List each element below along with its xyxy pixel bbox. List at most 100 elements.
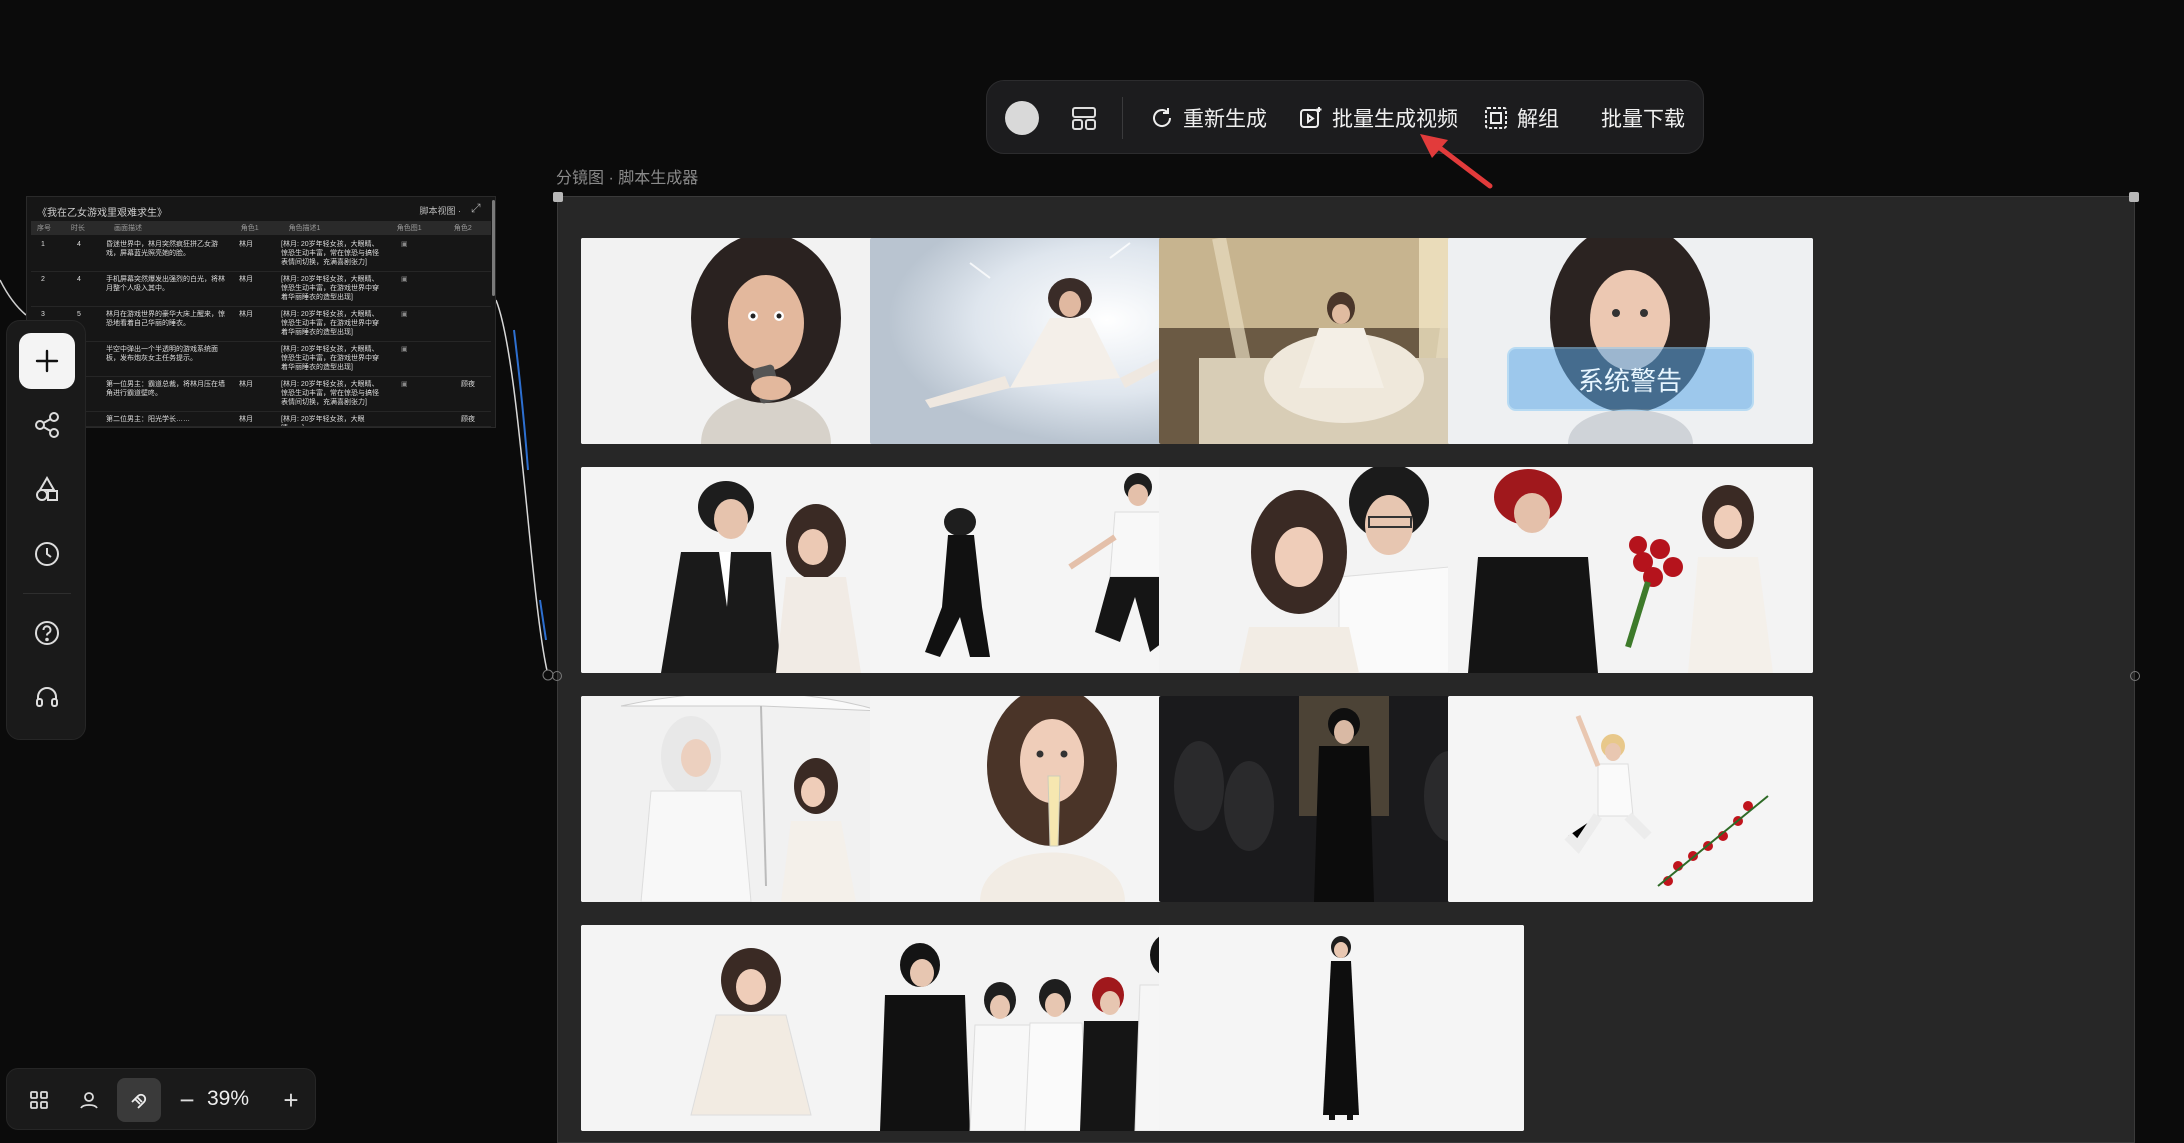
- batch-download-label: 批量下载: [1601, 108, 1685, 131]
- left-toolbar: [6, 320, 86, 740]
- column-header: 画面描述: [114, 225, 143, 232]
- column-header: 角色描述1: [288, 225, 321, 232]
- cell-char-desc: [林月: 20岁年轻女孩，大眼睛……]: [281, 416, 365, 426]
- cell-char: 林月: [239, 276, 253, 283]
- ungroup-label: 解组: [1517, 108, 1559, 131]
- image-icon[interactable]: ▣: [401, 310, 408, 319]
- cell-desc: 第二位男主：阳光学长……: [106, 416, 190, 423]
- cell-desc: 昏迷世界中，林月突然疯狂拼乙女游戏，屏幕蓝光照亮她的脸。: [106, 241, 218, 257]
- cell-char: 林月: [239, 311, 253, 318]
- column-header: 角色图1: [396, 225, 422, 232]
- image-icon[interactable]: ▣: [401, 345, 408, 354]
- cell-no: 3: [41, 311, 45, 318]
- script-table-node[interactable]: 《我在乙女游戏里艰难求生》 脚本视图 · ⤢ 序号 时长 画面描述 角色1 角色…: [26, 196, 496, 428]
- table-row[interactable]: 第二位男主：阳光学长…… 林月 [林月: 20岁年轻女孩，大眼睛……] 顾夜: [31, 412, 491, 427]
- magnet-icon: [131, 1093, 147, 1109]
- toolbar-divider: [23, 593, 71, 594]
- workflow-button[interactable]: [19, 397, 75, 453]
- storyboard-image[interactable]: [1159, 925, 1524, 1131]
- table-row[interactable]: 4 半空中弹出一个半透明的游戏系统面板，发布炮灰女主任务提示。 [林月: 20岁…: [31, 342, 491, 377]
- toolbar-divider: [1122, 97, 1123, 139]
- scene-roses: [1448, 467, 1813, 673]
- table-row[interactable]: 2 4 手机屏幕突然爆发出强烈的白光，将林月整个人吸入其中。 林月 [林月: 2…: [31, 272, 491, 307]
- cell-char: 林月: [239, 241, 253, 248]
- cell-duration: 4: [77, 241, 81, 248]
- frame-label: 分镜图 · 脚本生成器: [556, 170, 699, 187]
- layout-button[interactable]: [1069, 103, 1099, 133]
- cell-duration: 4: [77, 276, 81, 283]
- zoom-out-button[interactable]: −: [165, 1078, 209, 1122]
- shapes-icon: [36, 476, 58, 501]
- table-row[interactable]: 5 第一位男主：霸道总裁，将林月压在墙角进行霸道壁咚。 林月 [林月: 20岁年…: [31, 377, 491, 412]
- expand-icon[interactable]: ⤢: [471, 201, 485, 215]
- scene-jumping-boy: [1448, 696, 1813, 902]
- connector-anchor-right[interactable]: [2130, 671, 2140, 681]
- batch-download-button[interactable]: 批量下载: [1601, 81, 1685, 155]
- cell-char-desc: [林月: 20岁年轻女孩，大眼睛、惊恐生动丰富，在游戏世界中穿着华丽睡衣的造型出…: [281, 276, 379, 301]
- history-button[interactable]: [19, 526, 75, 582]
- color-swatch[interactable]: [1005, 101, 1039, 135]
- cell-char: 林月: [239, 416, 253, 423]
- layout-icon: [1072, 107, 1096, 130]
- column-header: 序号: [37, 225, 51, 232]
- storyboard-image[interactable]: 系统警告: [1448, 238, 1813, 444]
- selection-toolbar: 重新生成 批量生成视频 解组 批量下载: [986, 80, 1704, 154]
- regenerate-button[interactable]: 重新生成: [1149, 81, 1267, 155]
- zoom-in-button[interactable]: +: [269, 1078, 313, 1122]
- red-arrow-annotation: [1420, 134, 1493, 189]
- cell-char2: 顾夜: [461, 381, 475, 388]
- add-button[interactable]: [19, 333, 75, 389]
- locate-button[interactable]: [67, 1078, 111, 1122]
- headset-icon: [36, 687, 58, 707]
- grid-view-button[interactable]: [17, 1078, 61, 1122]
- cell-desc: 手机屏幕突然爆发出强烈的白光，将林月整个人吸入其中。: [106, 276, 225, 292]
- resize-handle[interactable]: [553, 192, 563, 202]
- connector-anchor-left[interactable]: [552, 671, 562, 681]
- system-warning-text: 系统警告: [1578, 367, 1682, 397]
- scene-black-dress: [1159, 925, 1524, 1131]
- column-header: 时长: [70, 225, 85, 232]
- support-button[interactable]: [19, 669, 75, 725]
- cell-desc: 林月在游戏世界的豪华大床上醒来，惊恐地看着自己华丽的睡衣。: [106, 311, 225, 327]
- grid-icon: [30, 1091, 48, 1109]
- cell-duration: 5: [77, 311, 81, 318]
- node-title: 《我在乙女游戏里艰难求生》: [37, 208, 167, 219]
- refresh-icon: [1153, 108, 1172, 127]
- cell-char-desc: [林月: 20岁年轻女孩，大眼睛、惊恐生动丰富，常在惊恐与搞怪表情间切换，充满喜…: [281, 241, 379, 266]
- image-icon[interactable]: ▣: [401, 240, 408, 249]
- image-icon[interactable]: ▣: [401, 380, 408, 389]
- cell-desc: 第一位男主：霸道总裁，将林月压在墙角进行霸道壁咚。: [106, 381, 225, 397]
- view-mode-select[interactable]: 脚本视图 ·: [420, 204, 462, 217]
- table-row[interactable]: 1 4 昏迷世界中，林月突然疯狂拼乙女游戏，屏幕蓝光照亮她的脸。 林月 [林月:…: [31, 237, 491, 272]
- help-button[interactable]: [19, 605, 75, 661]
- regenerate-label: 重新生成: [1183, 108, 1267, 131]
- video-sparkle-icon: [1300, 107, 1322, 128]
- node-scrollbar[interactable]: [492, 200, 495, 296]
- table-row[interactable]: 3 5 林月在游戏世界的豪华大床上醒来，惊恐地看着自己华丽的睡衣。 林月 [林月…: [31, 307, 491, 342]
- share-nodes-icon: [35, 412, 59, 438]
- resize-handle[interactable]: [2129, 192, 2139, 202]
- clock-icon: [35, 542, 59, 566]
- storyboard-image[interactable]: [1448, 467, 1813, 673]
- storyboard-image[interactable]: [1448, 696, 1813, 902]
- zoom-level: 39%: [207, 1087, 250, 1110]
- cell-char2: 顾夜: [461, 416, 475, 423]
- zoom-bar: − 39% +: [6, 1068, 316, 1130]
- storyboard-frame[interactable]: 系统警告: [552, 192, 2140, 1143]
- column-header: 角色1: [240, 225, 259, 232]
- question-icon: [35, 621, 59, 645]
- cell-char-desc: [林月: 20岁年轻女孩，大眼睛、惊恐生动丰富，常在惊恐与搞怪表情间切换，充满喜…: [281, 381, 379, 406]
- image-icon[interactable]: ▣: [401, 275, 408, 284]
- cell-char-desc: [林月: 20岁年轻女孩，大眼睛、惊恐生动丰富，在游戏世界中穿着华丽睡衣的造型出…: [281, 311, 379, 336]
- assets-button[interactable]: [19, 461, 75, 517]
- user-pin-icon: [80, 1092, 98, 1109]
- magnet-toggle[interactable]: [117, 1078, 161, 1122]
- cell-no: 1: [41, 241, 45, 248]
- plus-icon: [35, 349, 59, 373]
- table-header: 序号 时长 画面描述 角色1 角色描述1 角色图1 角色2: [31, 221, 491, 235]
- cell-no: 2: [41, 276, 45, 283]
- cell-desc: 半空中弹出一个半透明的游戏系统面板，发布炮灰女主任务提示。: [106, 346, 218, 362]
- column-header: 角色2: [453, 225, 472, 232]
- cell-char: 林月: [239, 381, 253, 388]
- cell-char-desc: [林月: 20岁年轻女孩，大眼睛、惊恐生动丰富，在游戏世界中穿着华丽睡衣的造型出…: [281, 346, 379, 371]
